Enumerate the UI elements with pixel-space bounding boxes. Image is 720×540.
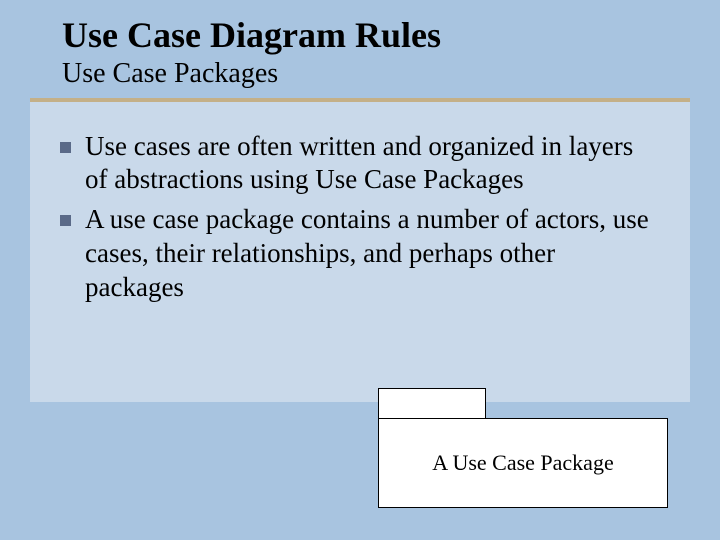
square-bullet-icon bbox=[60, 142, 71, 153]
square-bullet-icon bbox=[60, 215, 71, 226]
bullet-text: Use cases are often written and organize… bbox=[85, 130, 660, 198]
slide-subtitle: Use Case Packages bbox=[62, 58, 720, 90]
list-item: Use cases are often written and organize… bbox=[60, 130, 660, 198]
use-case-package-shape: A Use Case Package bbox=[378, 388, 668, 508]
package-tab bbox=[378, 388, 486, 418]
package-body: A Use Case Package bbox=[378, 418, 668, 508]
package-label: A Use Case Package bbox=[432, 450, 613, 476]
content-area: Use cases are often written and organize… bbox=[30, 102, 690, 402]
title-block: Use Case Diagram Rules Use Case Packages bbox=[0, 0, 720, 90]
list-item: A use case package contains a number of … bbox=[60, 203, 660, 304]
slide-title: Use Case Diagram Rules bbox=[62, 16, 720, 56]
bullet-text: A use case package contains a number of … bbox=[85, 203, 660, 304]
bullet-list: Use cases are often written and organize… bbox=[60, 130, 660, 305]
